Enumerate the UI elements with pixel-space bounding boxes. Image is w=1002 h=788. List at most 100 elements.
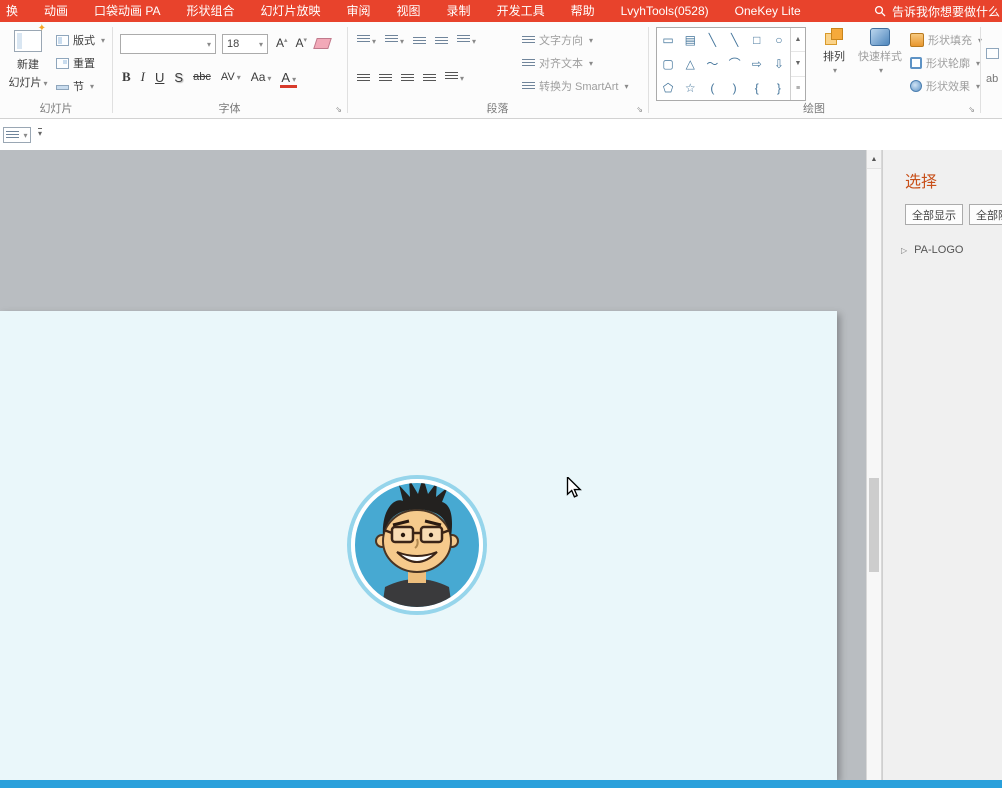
font-group: ▾ 18 ▾ A▴ A▾ B I U S abc AV ▾ Aa ▾ A ▾ 字体 ⇘ (112, 22, 347, 118)
gallery-scroll-down[interactable]: ▼ (791, 52, 805, 77)
pa-logo-image[interactable] (347, 475, 487, 615)
customize-toolbar-button[interactable]: ▾ (38, 128, 43, 138)
textbox-tool-button[interactable]: ▾ (3, 127, 31, 143)
expand-triangle-icon[interactable]: ▷ (901, 246, 907, 255)
paragraph-dialog-launcher[interactable]: ⇘ (636, 106, 643, 114)
shape-brace-left[interactable]: { (755, 82, 759, 94)
tab-view[interactable]: 视图 (384, 0, 434, 22)
slide-canvas[interactable] (0, 311, 837, 780)
tab-pocket-animation[interactable]: 口袋动画 PA (81, 0, 173, 22)
increase-indent-button[interactable] (435, 36, 449, 46)
chevron-down-icon: ▾ (236, 73, 241, 82)
shape-arrow-right[interactable]: ⇨ (752, 58, 762, 70)
shape-pentagon[interactable]: ⬠ (663, 82, 673, 94)
bold-button[interactable]: B (122, 69, 131, 85)
tab-transitions[interactable]: 换 (0, 0, 31, 22)
slides-group-label: 幻灯片 (39, 103, 73, 115)
change-case-button[interactable]: Aa ▾ (251, 70, 272, 84)
font-name-combobox[interactable]: ▾ (120, 34, 216, 54)
select-tool-icon[interactable] (986, 48, 999, 59)
text-shadow-button[interactable]: S (174, 70, 183, 85)
layout-button[interactable]: 版式 ▾ (56, 32, 105, 48)
drawing-group: ▭ ▤ ╲ ╲ □ ○ ▢ △ 〜 ⌒ ⇨ ⇩ ⬠ ☆ ( ) { } ▲ ▼ … (648, 22, 982, 118)
align-left-button[interactable] (357, 73, 370, 83)
chevron-down-icon: ▾ (267, 74, 272, 83)
scrollbar-thumb[interactable] (869, 478, 879, 572)
section-button[interactable]: 节 ▾ (56, 78, 94, 94)
tab-record[interactable]: 录制 (434, 0, 484, 22)
tab-animations[interactable]: 动画 (31, 0, 81, 22)
selection-item-label: PA-LOGO (914, 244, 964, 256)
workspace (0, 150, 866, 780)
clear-formatting-icon[interactable] (313, 37, 332, 49)
quick-styles-button[interactable]: 快速样式 ▾ (856, 28, 904, 75)
shape-line-arrow[interactable]: ╲ (731, 34, 738, 46)
align-right-button[interactable] (401, 73, 414, 83)
shapes-grid: ▭ ▤ ╲ ╲ □ ○ ▢ △ 〜 ⌒ ⇨ ⇩ ⬠ ☆ ( ) { } (657, 28, 790, 100)
tell-me-search[interactable]: 告诉我你想要做什么 (874, 3, 1002, 20)
grow-font-button[interactable]: A▴ (276, 36, 288, 50)
gallery-scroll-up[interactable]: ▲ (791, 28, 805, 53)
show-all-button[interactable]: 全部显示 (905, 204, 963, 225)
vertical-scrollbar[interactable]: ▲ (866, 150, 882, 780)
tab-slideshow[interactable]: 幻灯片放映 (248, 0, 334, 22)
replace-icon[interactable]: ab (986, 73, 998, 85)
bullet-list-button[interactable]: ▾ (357, 35, 376, 47)
align-center-button[interactable] (379, 73, 392, 83)
tab-onekey-lite[interactable]: OneKey Lite (722, 0, 814, 22)
chevron-down-icon: ▾ (589, 35, 594, 45)
new-slide-button[interactable]: 新建 幻灯片▾ (4, 23, 52, 108)
align-text-button[interactable]: 对齐文本 ▾ (522, 55, 593, 71)
shrink-font-button[interactable]: A▾ (296, 36, 308, 50)
strikethrough-button[interactable]: abc (193, 71, 211, 83)
font-size-tools: A▴ A▾ (276, 36, 332, 50)
textbox-tool-icon (6, 130, 20, 140)
hide-all-button[interactable]: 全部隐藏 (969, 204, 1002, 225)
shape-paren-right[interactable]: ) (733, 82, 737, 94)
shape-oval[interactable]: ○ (775, 34, 782, 46)
shape-rounded-rectangle[interactable]: ▢ (662, 58, 673, 70)
shape-arc[interactable]: ⌒ (729, 58, 741, 70)
shape-outline-button[interactable]: 形状轮廓 ▾ (910, 55, 980, 71)
shape-fill-button[interactable]: 形状填充 ▾ (910, 32, 982, 48)
tab-help[interactable]: 帮助 (558, 0, 608, 22)
chevron-down-icon: ▾ (101, 35, 106, 45)
underline-button[interactable]: U (155, 70, 164, 85)
gallery-more-button[interactable]: ≡ (791, 77, 805, 100)
section-label: 节 (73, 81, 84, 93)
text-direction-button[interactable]: 文字方向 ▾ (522, 32, 593, 48)
shape-frame[interactable]: ▤ (685, 34, 696, 46)
arrange-button[interactable]: 排列 ▾ (816, 28, 852, 75)
shape-textbox[interactable]: ▭ (662, 34, 673, 46)
font-dialog-launcher[interactable]: ⇘ (335, 106, 342, 114)
shape-paren-left[interactable]: ( (710, 82, 714, 94)
shape-rectangle[interactable]: □ (753, 34, 760, 46)
justify-button[interactable] (423, 73, 436, 83)
shape-star[interactable]: ☆ (685, 82, 696, 94)
font-color-button[interactable]: A ▾ (280, 70, 297, 88)
reset-button[interactable]: 重置 (56, 55, 95, 71)
numbered-list-button[interactable]: ▾ (385, 35, 404, 47)
decrease-indent-button[interactable] (413, 36, 427, 46)
tab-lvyhtools[interactable]: LvyhTools(0528) (608, 0, 722, 22)
italic-button[interactable]: I (141, 69, 145, 85)
tab-review[interactable]: 审阅 (334, 0, 384, 22)
tab-developer[interactable]: 开发工具 (484, 0, 558, 22)
shape-line[interactable]: ╲ (709, 34, 716, 46)
line-spacing-button[interactable]: ▾ (457, 35, 476, 47)
shape-triangle[interactable]: △ (686, 58, 695, 70)
columns-button[interactable]: ▾ (445, 72, 464, 84)
drawing-dialog-launcher[interactable]: ⇘ (968, 106, 975, 114)
font-size-combobox[interactable]: 18 ▾ (222, 34, 268, 54)
shape-arrow-down[interactable]: ⇩ (774, 58, 784, 70)
shape-effects-button[interactable]: 形状效果 ▾ (910, 78, 980, 94)
character-spacing-button[interactable]: AV ▾ (221, 71, 241, 83)
convert-smartart-button[interactable]: 转换为 SmartArt ▾ (522, 78, 628, 94)
tab-shape-combine[interactable]: 形状组合 (173, 0, 247, 22)
shape-curve[interactable]: 〜 (706, 58, 718, 70)
shapes-gallery[interactable]: ▭ ▤ ╲ ╲ □ ○ ▢ △ 〜 ⌒ ⇨ ⇩ ⬠ ☆ ( ) { } ▲ ▼ … (656, 27, 806, 101)
shape-brace-right[interactable]: } (777, 82, 781, 94)
selection-item-pa-logo[interactable]: ▷ PA-LOGO (901, 244, 963, 256)
shape-fill-label: 形状填充 (928, 35, 972, 47)
scrollbar-up-button[interactable]: ▲ (867, 150, 881, 169)
